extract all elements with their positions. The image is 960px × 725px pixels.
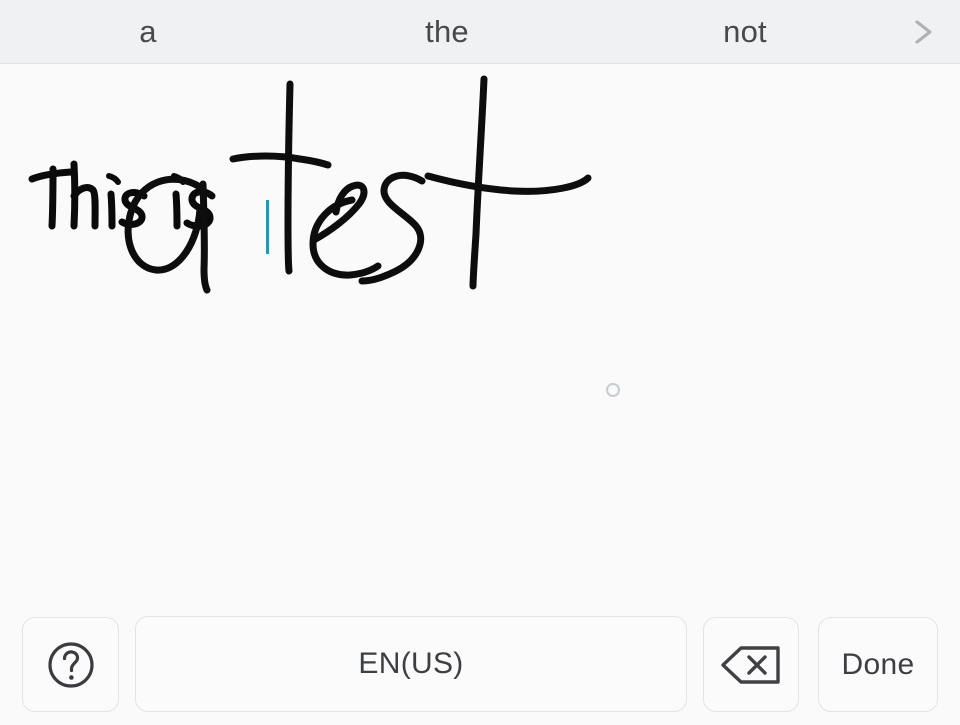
done-label: Done bbox=[841, 647, 915, 681]
suggestion-bar: a the not bbox=[0, 0, 960, 64]
stylus-hover-circle-icon bbox=[606, 383, 620, 397]
suggestion-item-0[interactable]: a bbox=[48, 0, 248, 63]
language-label: EN(US) bbox=[358, 647, 464, 680]
done-button[interactable]: Done bbox=[818, 617, 938, 712]
help-button[interactable] bbox=[22, 617, 119, 712]
backspace-button[interactable] bbox=[703, 617, 799, 712]
backspace-icon bbox=[720, 643, 782, 687]
handwriting-keyboard-screen: a the not EN(US) Done bbox=[0, 0, 960, 725]
question-mark-circle-icon bbox=[45, 639, 97, 691]
handwriting-canvas[interactable] bbox=[0, 64, 960, 595]
language-button[interactable]: EN(US) bbox=[135, 616, 687, 712]
ink-strokes bbox=[124, 75, 592, 294]
suggestion-item-1[interactable]: the bbox=[347, 0, 547, 63]
bottom-toolbar: EN(US) Done bbox=[0, 595, 960, 725]
suggestion-item-2[interactable]: not bbox=[645, 0, 845, 63]
expand-suggestions-button[interactable] bbox=[888, 0, 960, 63]
